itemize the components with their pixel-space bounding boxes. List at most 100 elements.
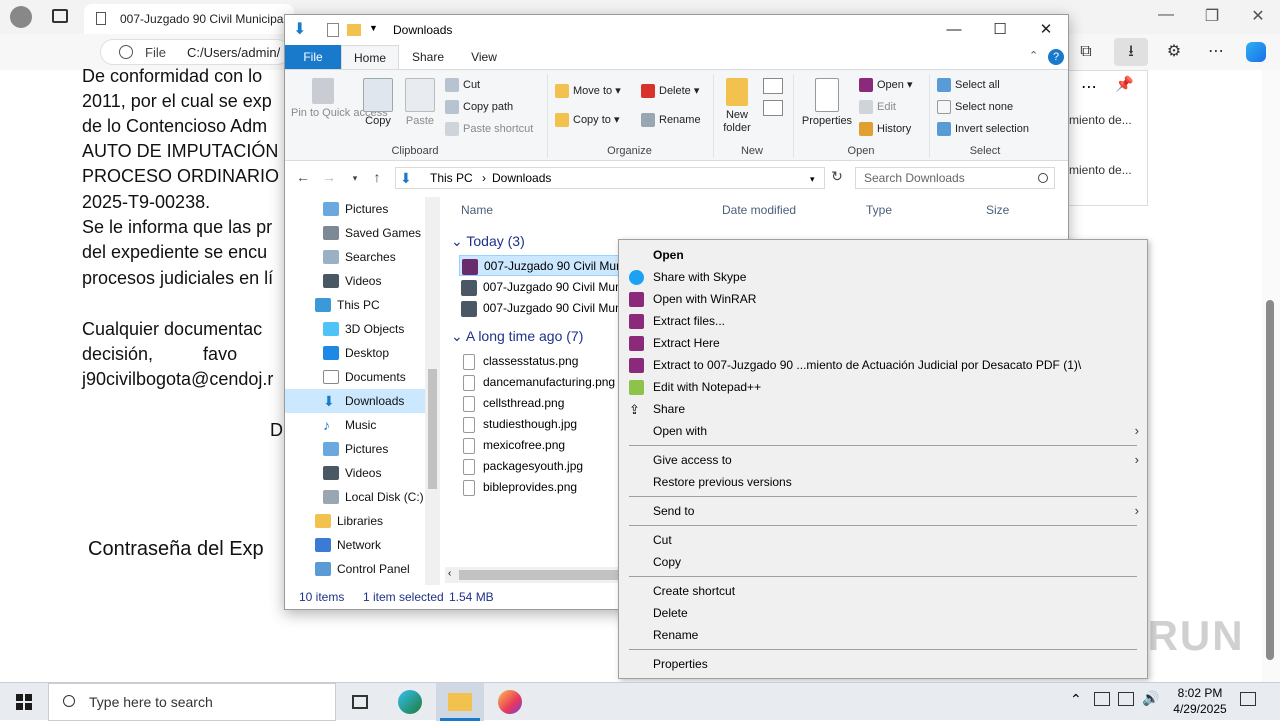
collections-icon[interactable]: ⧉	[1072, 40, 1100, 64]
explorer-address-bar[interactable]: ⬇ This PC › Downloads ▾	[395, 167, 825, 189]
file-item[interactable]: packagesyouth.jpg	[459, 456, 639, 477]
forward-arrow-icon[interactable]: →	[319, 169, 339, 185]
browser-close-button[interactable]: ✕	[1235, 6, 1280, 26]
move-to-button[interactable]: Move to ▾	[555, 84, 621, 99]
menu-item-copy[interactable]: Copy	[619, 551, 1147, 573]
history-button[interactable]: History	[859, 122, 911, 136]
profile-avatar[interactable]	[10, 6, 32, 28]
taskbar-edge[interactable]	[386, 683, 434, 721]
menu-item-open[interactable]: Open	[619, 244, 1147, 266]
pin-quick-access-button[interactable]: Pin to Quick access	[291, 78, 388, 120]
taskbar-search-box[interactable]: Type here to search	[48, 683, 336, 721]
collapse-ribbon-icon[interactable]: ⌃	[1029, 49, 1038, 62]
menu-item-extract-here[interactable]: Extract Here	[619, 332, 1147, 354]
open-button[interactable]: Open ▾	[859, 78, 913, 93]
nav-item-desktop[interactable]: Desktop	[285, 341, 425, 365]
properties-qat-icon[interactable]	[327, 23, 339, 37]
select-none-button[interactable]: Select none	[937, 100, 1013, 114]
tab-actions-icon[interactable]	[52, 9, 68, 23]
scrollbar-thumb[interactable]	[1266, 300, 1274, 660]
pin-icon[interactable]: 📌	[1115, 75, 1134, 93]
menu-item-delete[interactable]: Delete	[619, 602, 1147, 624]
volume-icon[interactable]: 🔊	[1142, 690, 1159, 707]
menu-item-properties[interactable]: Properties	[619, 653, 1147, 675]
tab-view[interactable]: View	[459, 45, 509, 69]
nav-item-local-disk[interactable]: Local Disk (C:)	[285, 485, 425, 509]
browser-restore-button[interactable]: ❐	[1189, 6, 1235, 26]
rename-button[interactable]: Rename	[641, 113, 701, 127]
menu-item-extract-to[interactable]: Extract to 007-Juzgado 90 ...miento de A…	[619, 354, 1147, 376]
file-item[interactable]: 007-Juzgado 90 Civil Muni	[459, 277, 624, 298]
file-item[interactable]: 007-Juzgado 90 Civil Muni	[459, 298, 624, 319]
column-date-modified[interactable]: Date modified	[722, 203, 796, 217]
explorer-close-button[interactable]: ✕	[1023, 15, 1069, 45]
properties-button[interactable]: Properties	[799, 78, 855, 128]
explorer-minimize-button[interactable]: —	[931, 15, 977, 45]
nav-item-music[interactable]: ♪ Music	[285, 413, 425, 437]
nav-item-downloads[interactable]: ⬇ Downloads	[285, 389, 425, 413]
menu-item-cut[interactable]: Cut	[619, 529, 1147, 551]
column-size[interactable]: Size	[986, 203, 1009, 217]
file-item[interactable]: 007-Juzgado 90 Civil Muni	[459, 255, 625, 276]
explorer-maximize-button[interactable]: ☐	[977, 15, 1023, 45]
nav-item-this-pc[interactable]: This PC	[285, 293, 425, 317]
breadcrumb-downloads[interactable]: Downloads	[492, 171, 551, 185]
copilot-icon[interactable]	[1246, 42, 1266, 62]
copy-big-button[interactable]: Copy	[361, 78, 395, 128]
invert-selection-button[interactable]: Invert selection	[937, 122, 1029, 136]
nav-item-searches[interactable]: Searches	[285, 245, 425, 269]
more-icon[interactable]: ⋯	[1081, 77, 1097, 97]
nav-item-pictures[interactable]: Pictures	[285, 197, 425, 221]
page-scrollbar[interactable]	[1262, 70, 1280, 682]
menu-item-extract-files[interactable]: Extract files...	[619, 310, 1147, 332]
taskbar-file-explorer[interactable]	[436, 683, 484, 721]
scroll-left-icon[interactable]: ‹	[448, 568, 451, 579]
task-view-button[interactable]	[336, 683, 384, 721]
file-item[interactable]: classesstatus.png	[459, 351, 639, 372]
nav-scroll-thumb[interactable]	[428, 369, 437, 489]
search-downloads-input[interactable]: Search Downloads	[855, 167, 1055, 189]
copy-to-button[interactable]: Copy to ▾	[555, 113, 620, 128]
qat-dropdown-icon[interactable]: ▼	[369, 23, 378, 33]
menu-item-rename[interactable]: Rename	[619, 624, 1147, 646]
breadcrumb-this-pc[interactable]: This PC	[430, 171, 473, 185]
taskbar-firefox[interactable]	[486, 683, 534, 721]
column-type[interactable]: Type	[866, 203, 892, 217]
new-item-icon[interactable]	[763, 78, 783, 94]
browser-tab[interactable]: 007-Juzgado 90 Civil Municipal	[84, 4, 294, 34]
more-menu-icon[interactable]: ⋯	[1202, 40, 1230, 64]
help-icon[interactable]: ?	[1048, 49, 1064, 65]
file-pane-hscrollbar[interactable]: ‹	[445, 567, 625, 583]
menu-item-open-with[interactable]: Open with ›	[619, 420, 1147, 442]
nav-item-videos[interactable]: Videos	[285, 461, 425, 485]
cut-button[interactable]: Cut	[445, 78, 480, 92]
hscroll-thumb[interactable]	[459, 570, 619, 580]
recent-locations-icon[interactable]: ▾	[345, 173, 365, 184]
nav-item-pictures[interactable]: Pictures	[285, 437, 425, 461]
menu-item-create-shortcut[interactable]: Create shortcut	[619, 580, 1147, 602]
edit-button[interactable]: Edit	[859, 100, 896, 114]
start-button[interactable]	[0, 683, 48, 721]
tab-share[interactable]: Share	[403, 45, 453, 69]
taskbar-clock[interactable]: 8:02 PM 4/29/2025	[1160, 685, 1240, 717]
file-item[interactable]: mexicofree.png	[459, 435, 639, 456]
menu-item-open-winrar[interactable]: Open with WinRAR	[619, 288, 1147, 310]
file-item[interactable]: studiesthough.jpg	[459, 414, 639, 435]
delete-button[interactable]: Delete ▾	[641, 84, 699, 99]
file-item[interactable]: bibleprovides.png	[459, 477, 639, 498]
nav-item-videos[interactable]: Videos	[285, 269, 425, 293]
menu-item-share[interactable]: ⇪ Share	[619, 398, 1147, 420]
easy-access-icon[interactable]	[763, 100, 783, 116]
paste-shortcut-button[interactable]: Paste shortcut	[445, 122, 533, 136]
nav-item-3d-objects[interactable]: 3D Objects	[285, 317, 425, 341]
ethernet-icon[interactable]	[1118, 692, 1134, 706]
nav-pane-scrollbar[interactable]	[425, 197, 440, 585]
menu-item-give-access[interactable]: Give access to ›	[619, 449, 1147, 471]
menu-item-send-to[interactable]: Send to ›	[619, 500, 1147, 522]
folder-qat-icon[interactable]	[347, 24, 361, 36]
address-bar[interactable]: File C:/Users/admin/	[100, 39, 290, 65]
refresh-icon[interactable]: ↻	[827, 168, 847, 185]
show-hidden-icons[interactable]: ⌃	[1070, 691, 1082, 708]
browser-minimize-button[interactable]: —	[1143, 6, 1189, 24]
nav-item-libraries[interactable]: Libraries	[285, 509, 425, 533]
